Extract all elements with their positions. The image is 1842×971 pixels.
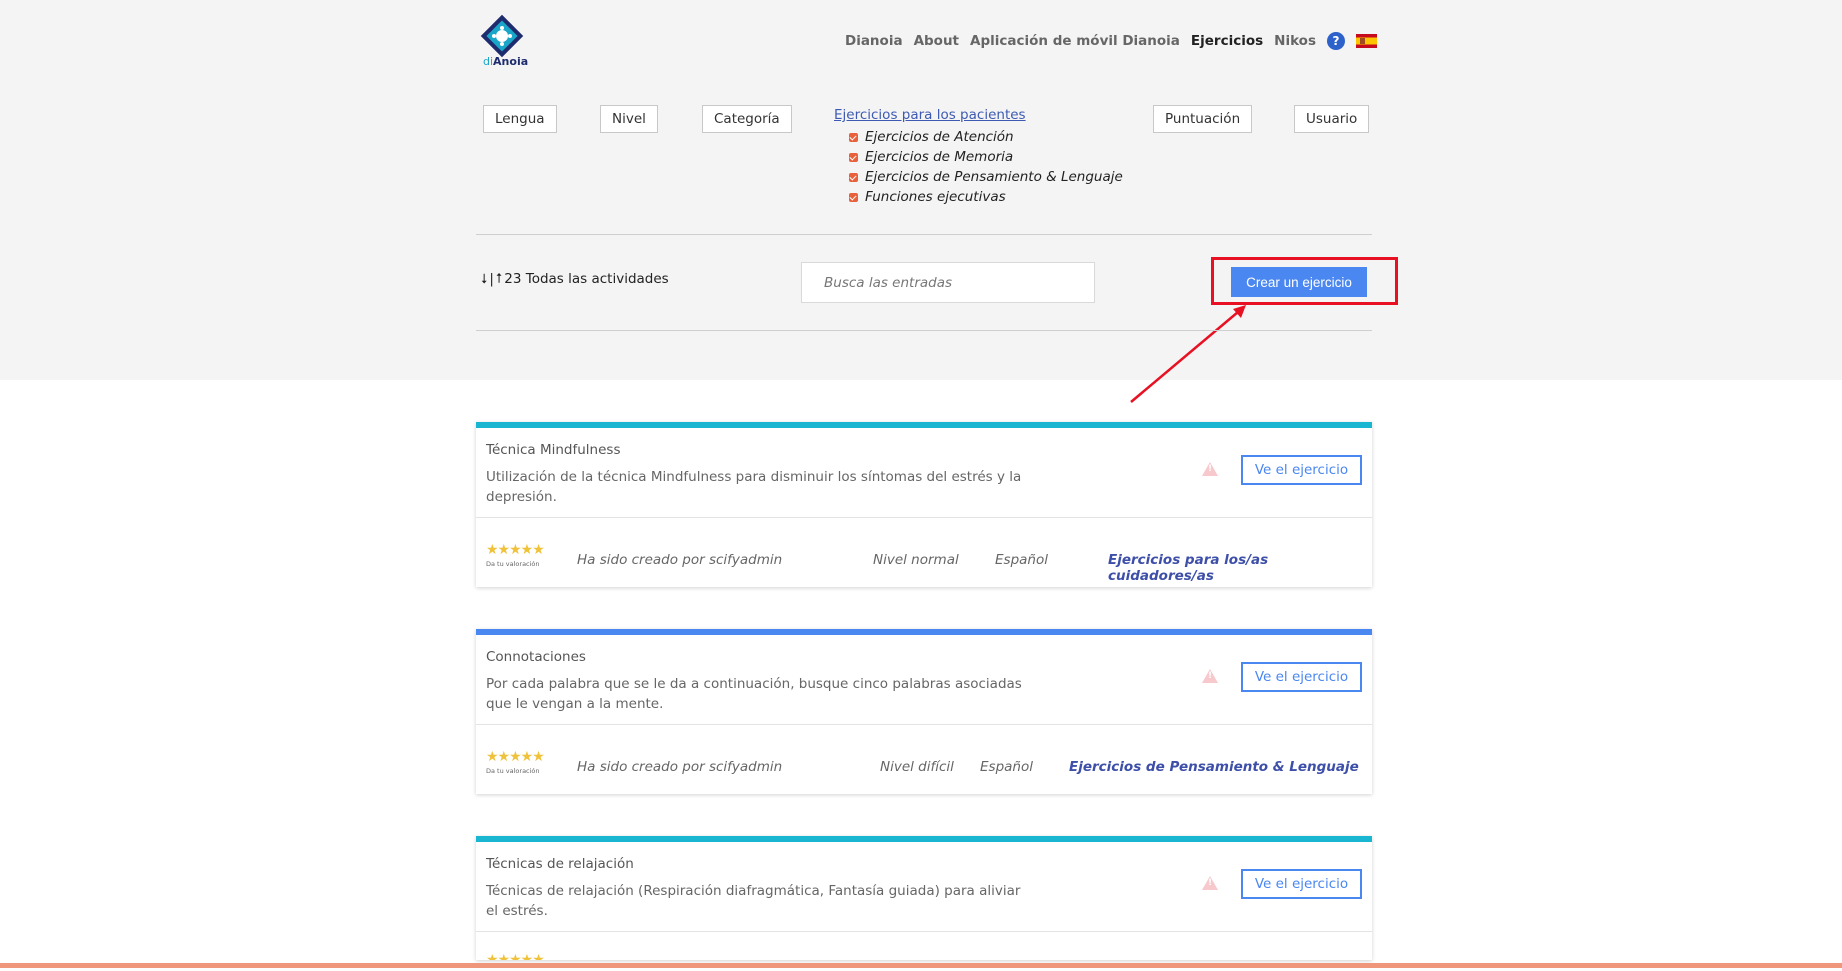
exercise-description: Técnicas de relajación (Respiración diaf… <box>486 883 1021 919</box>
main-nav: Dianoia About Aplicación de móvil Dianoi… <box>834 32 1377 50</box>
rating-label: Da tu valoración <box>486 560 540 568</box>
nav-ejercicios[interactable]: Ejercicios <box>1191 33 1263 49</box>
exercise-category[interactable]: Ejercicios de Pensamiento & Lenguaje <box>1069 759 1359 775</box>
report-warning-icon[interactable] <box>1202 462 1218 476</box>
highlight-annotation-box <box>1211 257 1398 305</box>
activity-count: 23 Todas las actividades <box>504 271 669 287</box>
nav-mobile-app[interactable]: Aplicación de móvil Dianoia <box>970 33 1180 49</box>
exercise-title: Técnicas de relajación <box>486 856 634 872</box>
exercise-description: Utilización de la técnica Mindfulness pa… <box>486 469 1022 505</box>
exercise-language: Español <box>995 552 1048 568</box>
exercise-card: Técnica Mindfulness Utilización de la té… <box>476 422 1372 587</box>
filter-user-button[interactable]: Usuario <box>1294 105 1370 133</box>
card-accent-bar <box>476 422 1372 428</box>
spain-flag-icon[interactable] <box>1356 34 1377 48</box>
card-divider <box>476 517 1372 518</box>
category-option-funciones[interactable]: Funciones ejecutivas <box>849 187 1123 207</box>
sort-control[interactable]: ⭣ | ⭡ 23 Todas las actividades <box>481 271 671 287</box>
rating-label: Da tu valoración <box>486 767 540 775</box>
exercise-language: Español <box>980 759 1033 775</box>
category-option-pensamiento[interactable]: Ejercicios de Pensamiento & Lenguaje <box>849 167 1123 187</box>
filter-rating-button[interactable]: Puntuación <box>1153 105 1253 133</box>
view-exercise-button[interactable]: Ve el ejercicio <box>1241 662 1362 692</box>
checkbox-checked-icon[interactable] <box>849 152 858 162</box>
checkbox-checked-icon[interactable] <box>849 172 858 182</box>
view-exercise-button[interactable]: Ve el ejercicio <box>1241 455 1362 485</box>
category-checkbox-list: Ejercicios de Atención Ejercicios de Mem… <box>849 127 1123 207</box>
nav-about[interactable]: About <box>914 33 959 49</box>
checkbox-checked-icon[interactable] <box>849 132 858 142</box>
filter-language-button[interactable]: Lengua <box>483 105 557 133</box>
exercise-card: Técnicas de relajación Técnicas de relaj… <box>476 836 1372 960</box>
exercise-level: Nivel difícil <box>880 759 954 775</box>
exercise-category[interactable]: Ejercicios para los/as cuidadores/as <box>1108 552 1372 584</box>
filter-level-button[interactable]: Nivel <box>600 105 658 133</box>
logo-text: diAnoia <box>483 55 529 68</box>
card-divider <box>476 724 1372 725</box>
exercise-title: Técnica Mindfulness <box>486 442 621 458</box>
sort-down-icon[interactable]: ⭣ <box>481 271 487 287</box>
report-warning-icon[interactable] <box>1202 876 1218 890</box>
category-option-atencion[interactable]: Ejercicios de Atención <box>849 127 1123 147</box>
rating-stars[interactable]: ★★★★★ <box>486 952 545 960</box>
category-group-link[interactable]: Ejercicios para los pacientes <box>834 107 1026 123</box>
view-exercise-button[interactable]: Ve el ejercicio <box>1241 869 1362 899</box>
exercise-card: Connotaciones Por cada palabra que se le… <box>476 629 1372 794</box>
nav-user-nikos[interactable]: Nikos <box>1274 33 1316 49</box>
card-accent-bar <box>476 836 1372 842</box>
created-by: Ha sido creado por scifyadmin <box>577 759 783 775</box>
sort-separator: | <box>489 271 494 287</box>
exercise-level: Nivel normal <box>873 552 959 568</box>
category-option-memoria[interactable]: Ejercicios de Memoria <box>849 147 1123 167</box>
rating-stars[interactable]: ★★★★★ <box>486 749 545 765</box>
rating-stars[interactable]: ★★★★★ <box>486 542 545 558</box>
bottom-accent-bar <box>0 963 1842 968</box>
help-icon[interactable]: ? <box>1327 32 1345 50</box>
exercise-title: Connotaciones <box>486 649 586 665</box>
exercise-description: Por cada palabra que se le da a continua… <box>486 676 1022 712</box>
card-accent-bar <box>476 629 1372 635</box>
checkbox-checked-icon[interactable] <box>849 192 858 202</box>
search-input[interactable] <box>801 262 1095 303</box>
divider <box>476 234 1372 235</box>
nav-dianoia[interactable]: Dianoia <box>845 33 903 49</box>
sort-up-icon[interactable]: ⭡ <box>496 271 502 287</box>
divider <box>476 330 1372 331</box>
card-divider <box>476 931 1372 932</box>
created-by: Ha sido creado por scifyadmin <box>577 552 783 568</box>
report-warning-icon[interactable] <box>1202 669 1218 683</box>
filter-category-button[interactable]: Categoría <box>702 105 792 133</box>
